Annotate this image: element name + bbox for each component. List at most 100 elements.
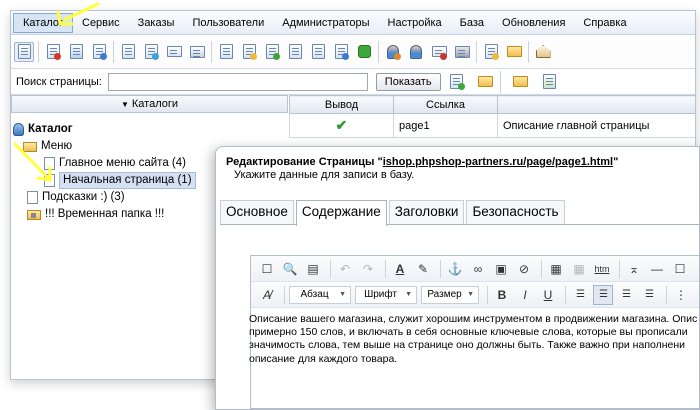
menu-catalog[interactable]: Каталог xyxy=(13,12,73,33)
toolbar-separator xyxy=(38,40,39,63)
format-select[interactable]: Абзац ▼ xyxy=(289,285,351,304)
home-icon[interactable] xyxy=(533,42,553,62)
card-icon[interactable] xyxy=(429,42,449,62)
links-icon[interactable] xyxy=(331,42,351,62)
phone-icon[interactable] xyxy=(187,42,207,62)
link-icon[interactable]: ∞ xyxy=(468,259,488,279)
tab-main[interactable]: Основное xyxy=(220,200,294,224)
editor-separator xyxy=(284,285,285,304)
editor-separator xyxy=(440,259,441,278)
italic-icon[interactable]: I xyxy=(515,285,535,305)
table-props-icon[interactable]: ▦ xyxy=(569,259,589,279)
search-input[interactable] xyxy=(107,72,368,91)
content-line: примерно 150 слов, и включать в себя осн… xyxy=(249,326,688,339)
copy-icon[interactable] xyxy=(481,42,501,62)
special-char-icon[interactable]: ☐ xyxy=(670,259,690,279)
menu-admins[interactable]: Администраторы xyxy=(273,13,378,33)
tree-node-catalog[interactable]: Каталог xyxy=(13,121,283,138)
red-list-icon[interactable] xyxy=(43,42,63,62)
html-source-icon[interactable]: htm xyxy=(592,259,612,279)
toolbar-separator xyxy=(528,40,529,63)
menu-settings[interactable]: Настройка xyxy=(379,13,451,33)
clear-format-icon[interactable]: A̸ xyxy=(257,285,277,305)
bulleted-list-icon[interactable]: ⋮ xyxy=(671,285,691,305)
green-arrow-doc-icon[interactable] xyxy=(262,42,282,62)
catalogs-header[interactable]: ▼ Каталоги xyxy=(11,95,288,113)
page-refresh-icon[interactable] xyxy=(89,42,109,62)
banner-icon[interactable] xyxy=(308,42,328,62)
dialog-title-link[interactable]: ishop.phpshop-partners.ru/page/page1.htm… xyxy=(383,156,613,168)
menu-users[interactable]: Пользователи xyxy=(183,13,273,33)
format-select-label: Абзац xyxy=(300,288,329,300)
editor-content[interactable]: Описание вашего магазина, служит хорошим… xyxy=(249,308,699,366)
column-header-output[interactable]: Вывод xyxy=(289,95,394,114)
tab-headers[interactable]: Заголовки xyxy=(388,200,465,224)
select-all-icon[interactable]: ☐ xyxy=(257,259,277,279)
find-icon[interactable]: 🔍 xyxy=(280,259,300,279)
align-justify-icon[interactable]: ☰ xyxy=(639,285,659,305)
highlight-icon[interactable]: ✎ xyxy=(413,259,433,279)
toolbar-separator xyxy=(499,70,501,93)
news-icon[interactable] xyxy=(285,42,305,62)
table-view-icon[interactable] xyxy=(540,72,560,92)
print-icon[interactable] xyxy=(452,42,472,62)
show-button[interactable]: Показать xyxy=(375,72,441,91)
align-right-icon[interactable]: ☰ xyxy=(616,285,636,305)
table-row[interactable]: ✔ page1 Описание главной страницы xyxy=(289,113,695,138)
new-folder-icon[interactable] xyxy=(476,72,496,92)
editor-separator xyxy=(619,259,620,278)
menu-help[interactable]: Справка xyxy=(574,13,635,33)
align-left-icon[interactable]: ☰ xyxy=(570,285,590,305)
folder-doc-icon[interactable] xyxy=(239,42,259,62)
horizontal-rule-icon[interactable]: ⌅ xyxy=(624,259,644,279)
unlink-icon[interactable]: ⊘ xyxy=(514,259,534,279)
image-icon[interactable]: ▣ xyxy=(491,259,511,279)
user-icon[interactable] xyxy=(406,42,426,62)
menu-orders[interactable]: Заказы xyxy=(129,13,184,33)
doc-icon[interactable] xyxy=(216,42,236,62)
underline-icon[interactable]: U xyxy=(538,285,558,305)
table-header-row: Вывод Ссылка xyxy=(289,95,695,114)
tab-security[interactable]: Безопасность xyxy=(466,200,565,224)
open-folder-icon[interactable] xyxy=(511,72,531,92)
export-folder-icon[interactable] xyxy=(504,42,524,62)
size-select[interactable]: Размер ▼ xyxy=(421,285,479,304)
editor-separator xyxy=(666,285,667,304)
tree-node-label: !!! Временная папка !!! xyxy=(45,208,165,220)
tab-content[interactable]: Содержание xyxy=(295,200,387,226)
page-icon xyxy=(44,157,55,170)
menu-updates[interactable]: Обновления xyxy=(493,13,574,33)
editor-separator xyxy=(330,259,331,278)
line-icon[interactable]: — xyxy=(647,259,667,279)
catalog-page-icon[interactable] xyxy=(14,41,34,62)
paste-icon[interactable]: ▤ xyxy=(303,259,323,279)
new-page-icon[interactable] xyxy=(447,72,467,92)
align-center-icon[interactable]: ☰ xyxy=(593,284,613,305)
puzzle-icon[interactable] xyxy=(354,42,374,62)
folder-open-icon xyxy=(23,141,37,152)
undo-icon[interactable]: ↶ xyxy=(335,259,355,279)
redo-icon[interactable]: ↷ xyxy=(358,259,378,279)
toolbar-separator xyxy=(113,40,114,63)
export-icon[interactable] xyxy=(141,42,161,62)
tree-node-label: Подсказки :) (3) xyxy=(42,191,125,203)
wysiwyg-editor: ☐ 🔍 ▤ ↶ ↷ A ✎ ⚓ ∞ ▣ ⊘ ▦ ▦ htm ⌅ — ☐ A̸ А… xyxy=(249,255,699,409)
menu-database[interactable]: База xyxy=(451,13,493,33)
page-blue-icon[interactable] xyxy=(118,42,138,62)
search-row: Поиск страницы: Показать xyxy=(11,69,695,95)
menu-service[interactable]: Сервис xyxy=(73,13,129,33)
mail-icon[interactable] xyxy=(164,42,184,62)
content-line: описание для каждого товара. xyxy=(249,352,398,365)
bold-icon[interactable]: B xyxy=(492,285,512,305)
text-color-icon[interactable]: A xyxy=(390,259,410,279)
column-header-link[interactable]: Ссылка xyxy=(393,95,498,114)
page-icon xyxy=(27,191,38,204)
category-icon[interactable] xyxy=(66,42,86,62)
editor-separator xyxy=(565,285,566,304)
table-icon[interactable]: ▦ xyxy=(546,259,566,279)
font-select[interactable]: Шрифт ▼ xyxy=(355,285,417,304)
toolbar-separator xyxy=(378,40,379,63)
column-header-description[interactable] xyxy=(497,95,695,114)
anchor-icon[interactable]: ⚓ xyxy=(445,259,465,279)
users-icon[interactable] xyxy=(383,42,403,62)
